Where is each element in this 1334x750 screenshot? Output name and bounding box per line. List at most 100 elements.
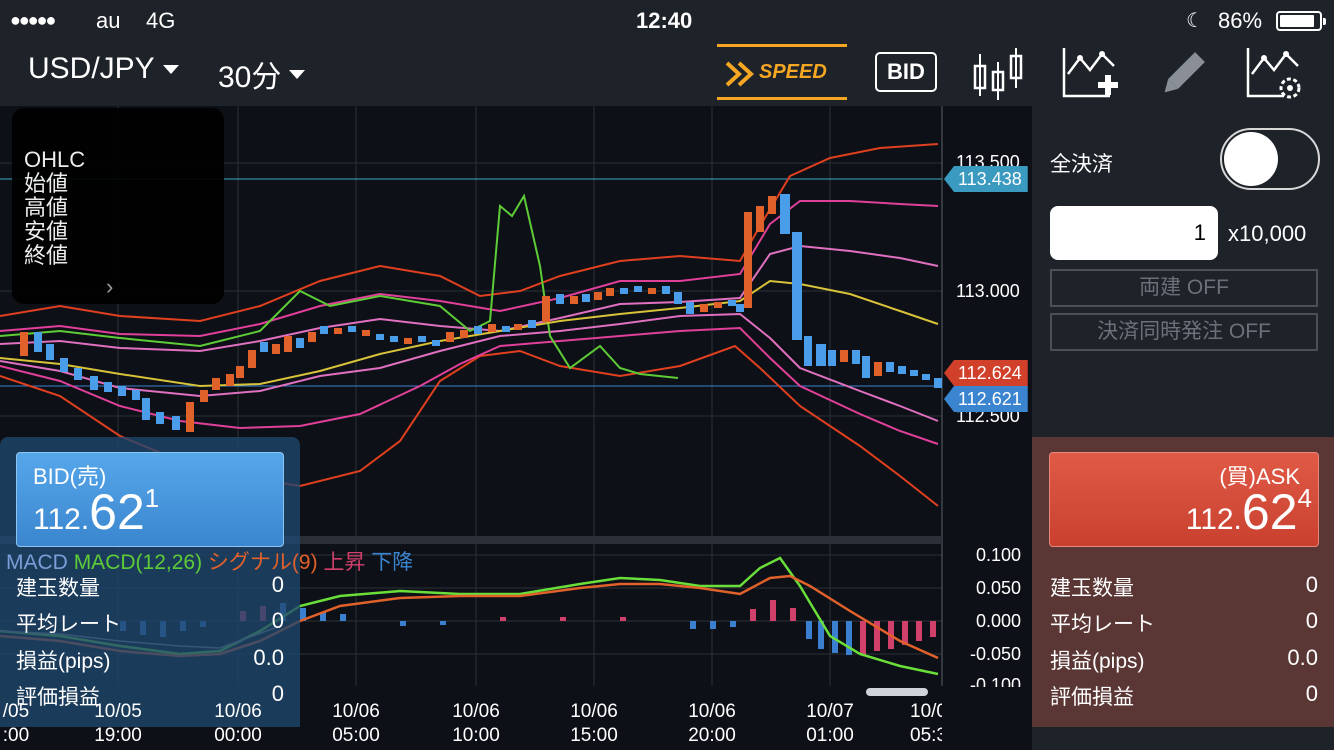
time-tick-date: 10/0 [910, 701, 942, 722]
time-tick: 10/0 05:3 [910, 700, 942, 748]
timeframe-select[interactable]: 30分 [218, 52, 306, 96]
ask-price-prefix: 112. [1185, 503, 1242, 536]
quantity-value: 1 [1193, 220, 1206, 245]
bid-price-big: 62 [89, 484, 145, 540]
carrier-name: au [96, 8, 121, 33]
time-tick-date: 10/06 [214, 701, 262, 722]
network-type: 4G [146, 8, 176, 33]
price-tick: 113.000 [956, 281, 1020, 301]
quantity-input[interactable]: 1 [1050, 206, 1218, 260]
ohlc-panel[interactable]: OHLC 始値 高値 安値 終値 › [12, 108, 224, 304]
bid-display-toggle[interactable]: BID [875, 52, 937, 92]
ask-avg-rate: 0 [1305, 608, 1318, 633]
ohlc-open-label: 始値 [24, 171, 69, 196]
ask-avg-rate-label: 平均レート [1050, 613, 1155, 636]
bid-pl-pips-label: 損益(pips) [16, 650, 111, 673]
chevron-down-icon [289, 69, 306, 79]
time-tick-time: 19:00 [94, 725, 142, 746]
time-tick: 10/07 01:00 [800, 700, 860, 748]
time-tick-date: 10/05 [94, 701, 142, 722]
time-tick-time: 05:3 [910, 725, 942, 746]
simultaneous-close-button[interactable]: 決済同時発注 OFF [1050, 313, 1318, 351]
time-tick: 10/06 20:00 [682, 700, 742, 748]
time-tick-time: 10:00 [452, 725, 500, 746]
time-tick-time: 00:00 [214, 725, 262, 746]
macd-tick: 0.050 [976, 578, 1022, 598]
quantity-unit: x10,000 [1228, 221, 1307, 246]
macd-tick: -0.050 [970, 644, 1022, 664]
add-indicator-icon[interactable] [1060, 44, 1120, 102]
candlestick-icon[interactable] [970, 44, 1026, 102]
time-tick-time: 20:00 [688, 725, 736, 746]
bid-avg-rate: 0 [271, 608, 284, 633]
battery-icon [1276, 11, 1326, 31]
macd-tick: -0.100 [970, 675, 1022, 687]
bid-pl-pips: 0.0 [253, 645, 284, 670]
time-tick-date: 10/06 [688, 701, 736, 722]
high-price-tag: 113.438 [944, 166, 1028, 192]
ohlc-title: OHLC [24, 147, 86, 172]
bid-price: 112.621 [33, 483, 159, 541]
time-tick: 10/06 10:00 [446, 700, 506, 748]
macd-tick: 0.000 [976, 611, 1022, 631]
buy-ask-button[interactable]: (買)ASK 112.624 [1049, 452, 1319, 547]
bid-price-prefix: 112. [33, 503, 90, 536]
up-label: 上昇 [323, 551, 366, 574]
ask-eval-pl: 0 [1305, 681, 1318, 706]
speed-order-button[interactable]: SPEED [717, 44, 847, 100]
clock: 12:40 [636, 8, 693, 33]
macd-tick: 0.100 [976, 545, 1022, 565]
time-tick-date: 10/07 [806, 701, 854, 722]
time-tick: 10/06 15:00 [564, 700, 624, 748]
horizontal-scrollbar[interactable] [866, 688, 928, 696]
chevron-right-icon[interactable]: › [106, 274, 113, 300]
time-tick: /05 :00 [0, 700, 46, 748]
sell-bid-button[interactable]: BID(売) 112.621 [16, 452, 284, 547]
time-tick: 10/05 19:00 [88, 700, 148, 748]
speed-label: SPEED [759, 61, 827, 83]
time-tick-date: /05 [2, 701, 30, 722]
chart-settings-icon[interactable] [1244, 44, 1304, 102]
ohlc-low-label: 安値 [24, 219, 69, 244]
speed-arrows-icon [725, 61, 754, 87]
toolbar: USD/JPY 30分 SPEED BID [0, 40, 1334, 106]
time-tick-date: 10/06 [452, 701, 500, 722]
ask-pl-pips-label: 損益(pips) [1050, 650, 1145, 673]
time-tick-date: 10/06 [570, 701, 618, 722]
time-axis: /05 :00 10/05 19:00 10/06 00:00 10/06 05… [0, 700, 942, 750]
ohlc-close-label: 終値 [24, 243, 69, 268]
close-all-label: 全決済 [1050, 153, 1113, 176]
pencil-icon[interactable] [1160, 44, 1206, 102]
signal-strength: ●●●●● [10, 10, 56, 30]
ask-price: 112.624 [1186, 483, 1312, 541]
bid-avg-rate-label: 平均レート [16, 613, 121, 636]
bid-position-qty: 0 [271, 572, 284, 597]
ask-eval-pl-label: 評価損益 [1050, 686, 1134, 709]
ask-price-tag: 112.624 [944, 360, 1028, 386]
currency-pair-label: USD/JPY [28, 52, 155, 85]
macd-title: MACD [6, 551, 68, 574]
time-tick-time: 01:00 [806, 725, 854, 746]
down-label: 下降 [371, 551, 414, 574]
currency-pair-select[interactable]: USD/JPY [28, 52, 179, 86]
close-all-toggle[interactable] [1220, 128, 1320, 190]
moon-icon: ☾ [1186, 10, 1204, 32]
signal-line-label: シグナル(9) [207, 551, 318, 574]
time-tick-time: :00 [2, 725, 30, 746]
time-tick-date: 10/06 [332, 701, 380, 722]
bid-price-tag: 112.621 [944, 386, 1028, 412]
battery-percent: 86% [1218, 8, 1263, 33]
ask-position-qty-label: 建玉数量 [1050, 577, 1134, 600]
bid-toggle-label: BID [887, 59, 925, 84]
ask-position-qty: 0 [1305, 572, 1318, 597]
bid-price-small: 1 [144, 483, 160, 513]
time-tick-time: 15:00 [570, 725, 618, 746]
timeframe-label: 30分 [218, 61, 282, 94]
status-bar: ●●●●● au 4G 12:40 ☾ 86% [0, 0, 1334, 40]
ask-price-small: 4 [1297, 483, 1312, 513]
ohlc-high-label: 高値 [24, 195, 69, 220]
ask-pl-pips: 0.0 [1287, 645, 1318, 670]
toggle-knob [1224, 132, 1278, 186]
chevron-down-icon [162, 64, 179, 74]
hedge-toggle-button[interactable]: 両建 OFF [1050, 269, 1318, 307]
